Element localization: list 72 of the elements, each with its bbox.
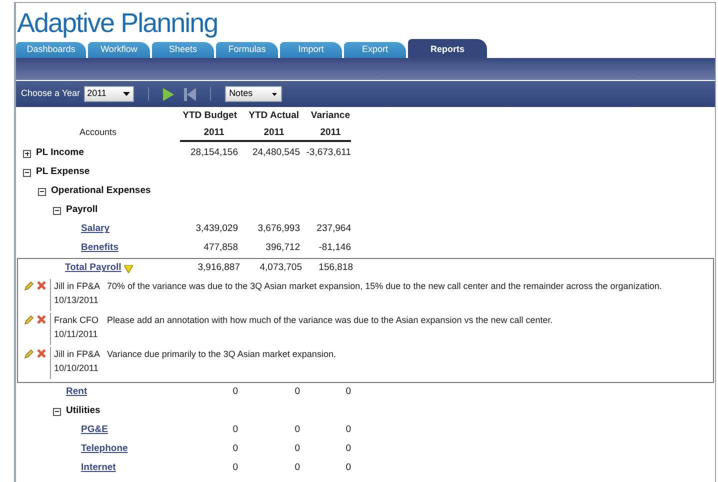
table-cell-text: 396,712 bbox=[264, 241, 300, 256]
note-date: 10/10/2011 bbox=[54, 362, 100, 375]
year-label: Choose a Year bbox=[21, 87, 80, 100]
play-icon[interactable] bbox=[163, 88, 174, 100]
tab[interactable]: Reports bbox=[408, 39, 487, 58]
account-link[interactable]: Rent bbox=[66, 385, 88, 400]
logo: Adaptive Planning bbox=[17, 7, 218, 39]
note-author: Jill in FP&A bbox=[54, 280, 102, 293]
table-cell-text: 4,073,705 bbox=[258, 261, 302, 276]
table-cell-text: 477,858 bbox=[202, 241, 238, 256]
expand-icon[interactable] bbox=[23, 150, 31, 158]
account-name: PL Expense bbox=[36, 165, 90, 180]
column-year: 2011 bbox=[238, 123, 300, 142]
account-link[interactable]: Internet bbox=[81, 461, 116, 476]
table-cell-text: -3,673,611 bbox=[305, 146, 351, 160]
collapse-icon[interactable] bbox=[53, 408, 61, 416]
column-header: YTD Actual bbox=[248, 108, 300, 123]
table-cell-text: 0 bbox=[344, 385, 351, 400]
column-header: YTD Budget bbox=[182, 108, 238, 123]
note-author: Frank CFO bbox=[54, 314, 100, 327]
table-cell-text: 0 bbox=[294, 461, 300, 476]
note-author: Jill in FP&A bbox=[54, 348, 102, 361]
table-cell-text: 0 bbox=[232, 385, 238, 400]
table-cell-text: 237,964 bbox=[316, 222, 351, 236]
collapse-icon[interactable] bbox=[53, 206, 61, 214]
table-cell-text: -81,146 bbox=[318, 241, 351, 256]
table-cell-text: 0 bbox=[344, 461, 351, 476]
table-cell-text: 0 bbox=[294, 442, 300, 456]
collapse-icon[interactable] bbox=[23, 168, 31, 176]
edit-icon[interactable] bbox=[24, 315, 34, 325]
account-name: Payroll bbox=[66, 203, 98, 218]
note-text: 70% of the variance was due to the 3Q Asian market expansion, 15% due to the new call center and the remainder across the organization. bbox=[107, 280, 662, 293]
caret-icon bbox=[272, 92, 278, 96]
account-link[interactable]: Benefits bbox=[81, 241, 118, 256]
account-name: Utilities bbox=[66, 404, 100, 418]
table-cell-text: 0 bbox=[232, 461, 238, 476]
table-cell-text: 0 bbox=[344, 442, 351, 456]
account-link[interactable]: Salary bbox=[81, 222, 110, 237]
collapse-icon[interactable] bbox=[38, 188, 46, 196]
column-year: 2011 bbox=[180, 123, 238, 142]
table-cell-text: 0 bbox=[294, 423, 300, 438]
column-year: 2011 bbox=[300, 123, 351, 142]
account-name: Operational Expenses bbox=[51, 184, 151, 198]
year-select[interactable]: 2011 bbox=[84, 86, 134, 102]
note-date: 10/13/2011 bbox=[54, 294, 100, 307]
column-header: Accounts bbox=[78, 126, 118, 139]
note-date: 10/11/2011 bbox=[54, 328, 99, 341]
table-cell-text: 3,439,029 bbox=[194, 222, 238, 236]
table-cell-text: 0 bbox=[294, 385, 300, 400]
account-link[interactable]: Telephone bbox=[81, 442, 128, 457]
table-cell-text: 24,480,545 bbox=[251, 146, 300, 160]
table-cell-text: 3,676,993 bbox=[256, 222, 300, 236]
delete-icon[interactable] bbox=[37, 349, 46, 359]
table-cell-text: 0 bbox=[232, 442, 238, 456]
column-header: Variance bbox=[310, 108, 351, 123]
table-cell-text: 0 bbox=[344, 423, 351, 438]
edit-icon[interactable] bbox=[24, 281, 34, 291]
table-cell-text: 0 bbox=[232, 423, 238, 438]
delete-icon[interactable] bbox=[37, 281, 46, 291]
delete-icon[interactable] bbox=[37, 315, 46, 325]
note-marker-icon[interactable] bbox=[124, 264, 134, 272]
account-link[interactable]: PG&E bbox=[81, 423, 108, 438]
account-name: PL Income bbox=[36, 146, 84, 160]
caret-icon bbox=[123, 92, 130, 96]
table-cell-text: 3,916,887 bbox=[196, 261, 240, 276]
note-text: Variance due primarily to the 3Q Asian market expansion. bbox=[107, 348, 336, 361]
account-link[interactable]: Total Payroll bbox=[65, 261, 122, 276]
note-text: Please add an annotation with how much of the variance was due to the Asian expansion vs the new call center. bbox=[107, 314, 553, 327]
edit-icon[interactable] bbox=[24, 349, 34, 359]
table-cell-text: 28,154,156 bbox=[189, 146, 238, 160]
notes-select[interactable]: Notes bbox=[225, 86, 282, 102]
table-cell-text: 156,818 bbox=[318, 261, 353, 276]
